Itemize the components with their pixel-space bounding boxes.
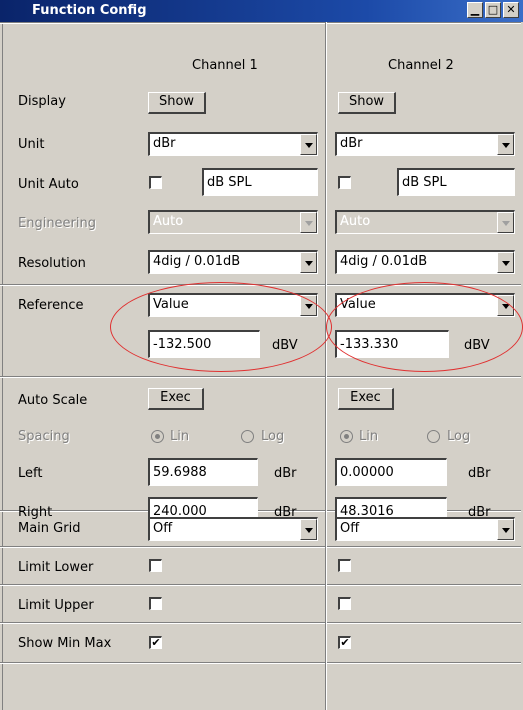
ch2-left-unit: dBr	[468, 466, 491, 481]
label-limit-lower: Limit Lower	[18, 560, 94, 575]
label-left: Left	[18, 466, 43, 481]
ch1-spacing-lin-radio	[151, 430, 164, 443]
ch2-limit-lower-checkbox[interactable]	[338, 559, 351, 572]
label-show-min-max: Show Min Max	[18, 636, 112, 651]
ch2-reference-unit: dBV	[464, 338, 490, 353]
ch2-spacing-log-radio	[427, 430, 440, 443]
chevron-down-icon[interactable]	[497, 252, 514, 273]
ch1-unit-value: dBr	[153, 136, 176, 151]
ch1-unit-select[interactable]: dBr	[148, 132, 318, 156]
ch1-reference-value-field[interactable]: -132.500	[148, 330, 260, 358]
ch2-reference-value-field[interactable]: -133.330	[335, 330, 449, 358]
check-icon: ✔	[151, 636, 161, 649]
ch2-reference-select[interactable]: Value	[335, 293, 515, 317]
ch1-engineering-value: Auto	[153, 214, 184, 229]
column-header-channel-1: Channel 1	[192, 58, 258, 73]
label-main-grid: Main Grid	[18, 521, 81, 536]
section-limit-upper	[0, 584, 521, 586]
ch1-reference-number: -132.500	[153, 337, 212, 352]
ch2-resolution-value: 4dig / 0.01dB	[340, 254, 428, 269]
label-spacing: Spacing	[18, 429, 70, 444]
chevron-down-icon[interactable]	[300, 295, 317, 316]
ch1-engineering-select: Auto	[148, 210, 318, 234]
ch1-left-unit: dBr	[274, 466, 297, 481]
label-unit-auto: Unit Auto	[18, 177, 79, 192]
ch1-spacing-log-label: Log	[261, 429, 285, 444]
ch2-engineering-value: Auto	[340, 214, 371, 229]
ch2-unit-auto-text: dB SPL	[402, 175, 447, 190]
ch2-unit-value: dBr	[340, 136, 363, 151]
ch1-unit-auto-field[interactable]: dB SPL	[202, 168, 318, 196]
window-title: Function Config	[32, 3, 147, 18]
label-limit-upper: Limit Upper	[18, 598, 94, 613]
chevron-down-icon	[300, 212, 317, 233]
ch2-show-min-max-checkbox[interactable]: ✔	[338, 636, 351, 649]
ch2-left-value: 0.00000	[340, 465, 394, 480]
ch2-main-grid-select[interactable]: Off	[335, 517, 515, 541]
column-header-channel-2: Channel 2	[388, 58, 454, 73]
ch1-main-grid-value: Off	[153, 521, 173, 536]
ch1-left-value: 59.6988	[153, 465, 207, 480]
column-separator-highlight	[326, 22, 327, 710]
ch1-main-grid-select[interactable]: Off	[148, 517, 318, 541]
ch2-reference-value: Value	[340, 297, 376, 312]
label-right: Right	[18, 505, 53, 520]
ch2-spacing-lin-label: Lin	[359, 429, 379, 444]
ch2-engineering-select: Auto	[335, 210, 515, 234]
section-display	[0, 22, 521, 24]
ch1-reference-select[interactable]: Value	[148, 293, 318, 317]
section-scale	[0, 376, 521, 378]
ch1-resolution-value: 4dig / 0.01dB	[153, 254, 241, 269]
chevron-down-icon[interactable]	[497, 134, 514, 155]
label-reference: Reference	[18, 298, 84, 313]
label-unit: Unit	[18, 137, 45, 152]
ch2-reference-number: -133.330	[340, 337, 399, 352]
ch1-reference-unit: dBV	[272, 338, 298, 353]
ch2-main-grid-value: Off	[340, 521, 360, 536]
ch2-spacing-log-label: Log	[447, 429, 471, 444]
chevron-down-icon[interactable]	[300, 134, 317, 155]
label-display: Display	[18, 94, 66, 109]
ch1-show-min-max-checkbox[interactable]: ✔	[149, 636, 162, 649]
section-limit-lower	[0, 546, 521, 548]
section-bottom	[0, 662, 521, 664]
section-show-min-max	[0, 622, 521, 624]
close-icon[interactable]: ✕	[503, 2, 519, 18]
ch1-resolution-select[interactable]: 4dig / 0.01dB	[148, 250, 318, 274]
ch2-unit-select[interactable]: dBr	[335, 132, 515, 156]
ch2-auto-scale-exec-button[interactable]: Exec	[338, 388, 394, 410]
ch1-left-field[interactable]: 59.6988	[148, 458, 258, 486]
ch2-left-field[interactable]: 0.00000	[335, 458, 447, 486]
ch1-limit-lower-checkbox[interactable]	[149, 559, 162, 572]
ch2-display-show-button[interactable]: Show	[338, 92, 396, 114]
label-engineering: Engineering	[18, 216, 96, 231]
chevron-down-icon[interactable]	[300, 252, 317, 273]
ch1-auto-scale-exec-button[interactable]: Exec	[148, 388, 204, 410]
ch1-unit-auto-text: dB SPL	[207, 175, 252, 190]
label-resolution: Resolution	[18, 256, 86, 271]
check-icon: ✔	[340, 636, 350, 649]
ch2-resolution-select[interactable]: 4dig / 0.01dB	[335, 250, 515, 274]
ch2-spacing-lin-radio	[340, 430, 353, 443]
ch1-reference-value: Value	[153, 297, 189, 312]
section-reference	[0, 284, 521, 286]
maximize-icon[interactable]: □	[485, 2, 501, 18]
ch2-limit-upper-checkbox[interactable]	[338, 597, 351, 610]
ch2-unit-auto-field[interactable]: dB SPL	[397, 168, 515, 196]
chevron-down-icon[interactable]	[300, 519, 317, 540]
window-titlebar[interactable]: Function Config ▁ □ ✕	[0, 0, 523, 22]
ch1-spacing-lin-label: Lin	[170, 429, 190, 444]
chevron-down-icon[interactable]	[497, 519, 514, 540]
label-auto-scale: Auto Scale	[18, 393, 88, 408]
minimize-icon[interactable]: ▁	[467, 2, 483, 18]
chevron-down-icon[interactable]	[497, 295, 514, 316]
ch1-unit-auto-checkbox[interactable]	[149, 176, 162, 189]
ch1-limit-upper-checkbox[interactable]	[149, 597, 162, 610]
ch1-display-show-button[interactable]: Show	[148, 92, 206, 114]
ch1-spacing-log-radio	[241, 430, 254, 443]
ch2-unit-auto-checkbox[interactable]	[338, 176, 351, 189]
chevron-down-icon	[497, 212, 514, 233]
